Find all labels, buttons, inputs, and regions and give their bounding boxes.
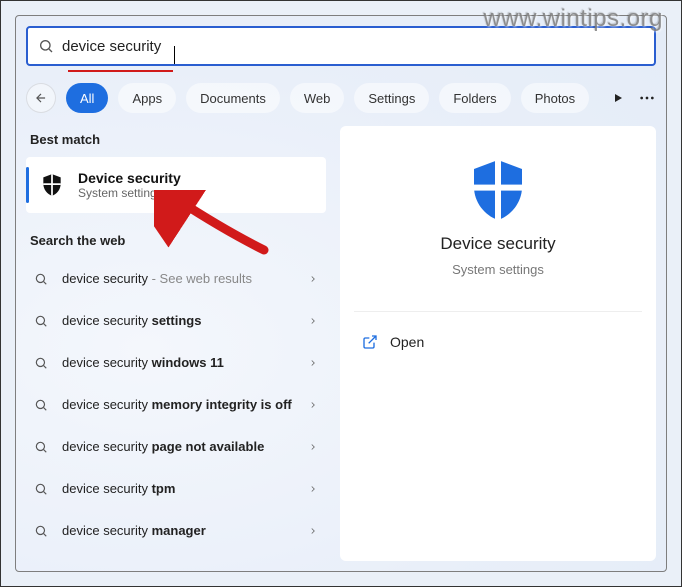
web-result-text: device security memory integrity is off [62,397,308,413]
results-left-column: Best match Device security System settin… [26,126,326,561]
tab-web[interactable]: Web [290,83,345,113]
best-match-subtitle: System settings [78,186,181,200]
open-icon [362,334,378,350]
web-result-text: device security settings [62,313,308,329]
search-web-heading: Search the web [26,227,326,258]
open-action[interactable]: Open [358,324,638,360]
filter-tabs: All Apps Documents Web Settings Folders … [26,78,656,118]
best-match-result[interactable]: Device security System settings [26,157,326,213]
chevron-right-icon [308,440,318,455]
tab-documents[interactable]: Documents [186,83,280,113]
tab-settings[interactable]: Settings [354,83,429,113]
search-icon [34,398,50,412]
web-result[interactable]: device security settings [26,300,326,342]
open-label: Open [390,334,424,350]
shield-icon [462,154,534,226]
chevron-right-icon [308,524,318,539]
tab-all[interactable]: All [66,83,108,113]
detail-pane: Device security System settings Open [340,126,656,561]
more-options-button[interactable] [638,83,656,113]
web-result-text: device security manager [62,523,308,539]
best-match-heading: Best match [26,126,326,157]
search-icon [34,482,50,496]
divider [354,311,642,312]
chevron-right-icon [308,398,318,413]
detail-header: Device security System settings [358,154,638,277]
web-result[interactable]: device security memory integrity is off [26,384,326,426]
web-result-text: device security windows 11 [62,355,308,371]
web-result[interactable]: device security windows 11 [26,342,326,384]
chevron-right-icon [308,314,318,329]
search-bar[interactable] [26,26,656,66]
web-result[interactable]: device security manager [26,510,326,552]
detail-title: Device security [440,234,555,254]
chevron-right-icon [308,272,318,287]
chevron-right-icon [308,356,318,371]
web-result[interactable]: device security - See web results [26,258,326,300]
web-result-text: device security page not available [62,439,308,455]
tab-folders[interactable]: Folders [439,83,510,113]
back-button[interactable] [26,83,56,113]
annotation-underline [68,70,173,72]
detail-subtitle: System settings [452,262,544,277]
search-panel: All Apps Documents Web Settings Folders … [15,15,667,572]
web-result[interactable]: device security tpm [26,468,326,510]
shield-icon [38,171,66,199]
search-icon [38,38,54,54]
play-button[interactable] [609,83,627,113]
tab-apps[interactable]: Apps [118,83,176,113]
text-cursor [174,46,175,64]
search-icon [34,524,50,538]
best-match-title: Device security [78,170,181,186]
search-icon [34,356,50,370]
results-content: Best match Device security System settin… [26,126,656,561]
web-result-text: device security tpm [62,481,308,497]
search-input[interactable] [62,38,644,55]
web-result-text: device security - See web results [62,271,308,287]
chevron-right-icon [308,482,318,497]
search-icon [34,440,50,454]
best-match-text: Device security System settings [78,170,181,200]
web-result[interactable]: device security page not available [26,426,326,468]
search-icon [34,314,50,328]
search-icon [34,272,50,286]
tab-photos[interactable]: Photos [521,83,589,113]
